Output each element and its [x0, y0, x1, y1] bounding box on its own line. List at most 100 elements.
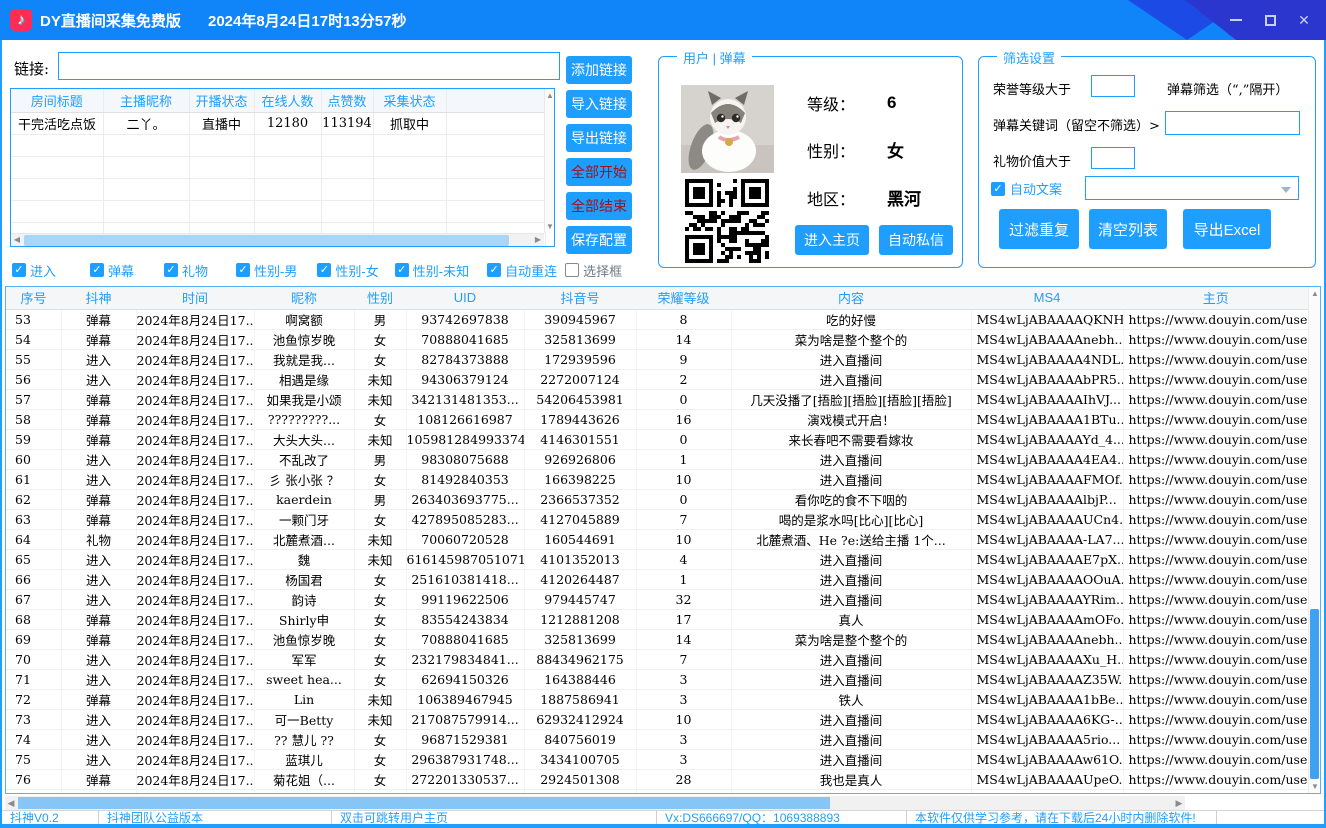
table-cell: 70: [6, 649, 61, 669]
close-button[interactable]: ✕: [1296, 12, 1312, 28]
save-config-button[interactable]: 保存配置: [566, 226, 632, 254]
main-col-header[interactable]: 序号: [6, 287, 61, 309]
table-row[interactable]: 60进入2024年8月24日17...不乱改了男9830807568892692…: [6, 449, 1309, 469]
room-vertical-scrollbar[interactable]: ▲ ▼: [544, 89, 554, 233]
table-cell: 93742697838: [406, 309, 524, 329]
table-row[interactable]: 68弹幕2024年8月24日17...Shirly申女8355424383412…: [6, 609, 1309, 629]
table-row[interactable]: 74进入2024年8月24日17...?? 慧儿 ??女968715293818…: [6, 729, 1309, 749]
table-cell: 进入直播间: [731, 449, 971, 469]
checkbox-gender-male[interactable]: ✓性别-男: [236, 261, 297, 280]
table-row[interactable]: 75进入2024年8月24日17...蓝琪儿女296387931748...34…: [6, 749, 1309, 769]
table-row[interactable]: 65进入2024年8月24日17...魏未知616145987051071410…: [6, 549, 1309, 569]
scroll-left-icon[interactable]: ◀: [12, 234, 22, 245]
export-excel-button[interactable]: 导出Excel: [1183, 209, 1271, 249]
gift-value-input[interactable]: [1091, 147, 1135, 169]
maximize-button[interactable]: [1262, 12, 1278, 28]
table-row[interactable]: 72弹幕2024年8月24日17...Lin未知1063894679451887…: [6, 689, 1309, 709]
room-row[interactable]: 干完活吃点饭二丫。直播中12180113194抓取中: [11, 112, 546, 134]
table-cell: https://www.douyin.com/use...: [1123, 369, 1309, 389]
main-col-header[interactable]: 时间: [136, 287, 254, 309]
table-cell: 72: [6, 689, 61, 709]
scrollbar-thumb[interactable]: [18, 797, 830, 809]
table-cell: 2366537352: [524, 489, 636, 509]
table-row[interactable]: 61进入2024年8月24日17...彡 张小张 ？女8149284035316…: [6, 469, 1309, 489]
scrollbar-thumb[interactable]: [1310, 609, 1319, 779]
filter-duplicates-button[interactable]: 过滤重复: [999, 209, 1079, 249]
table-row[interactable]: 63弹幕2024年8月24日17...一颗门牙女427895085283...4…: [6, 509, 1309, 529]
table-row[interactable]: 54弹幕2024年8月24日17...池鱼惊岁晚女708880416853258…: [6, 329, 1309, 349]
checkbox-auto-reconnect[interactable]: ✓自动重连: [487, 261, 557, 280]
scroll-down-icon[interactable]: ▼: [545, 221, 555, 232]
auto-copy-dropdown[interactable]: [1085, 176, 1299, 200]
table-row[interactable]: 53弹幕2024年8月24日17...啊窝额男93742697838390945…: [6, 309, 1309, 329]
checkbox-enter[interactable]: ✓进入: [12, 261, 56, 280]
room-col-header[interactable]: 在线人数: [254, 89, 321, 112]
main-col-header[interactable]: 昵称: [254, 287, 354, 309]
room-col-header[interactable]: 房间标题: [11, 89, 103, 112]
import-links-button[interactable]: 导入链接: [566, 90, 632, 118]
table-row[interactable]: 58弹幕2024年8月24日17...?????????...女10812661…: [6, 409, 1309, 429]
export-links-button[interactable]: 导出链接: [566, 124, 632, 152]
main-col-header[interactable]: UID: [406, 287, 524, 309]
checkbox-gift[interactable]: ✓礼物: [164, 261, 208, 280]
room-col-header[interactable]: 主播昵称: [103, 89, 189, 112]
table-row[interactable]: 77弹幕2024年8月24日17...33_未知178086431844...2…: [6, 789, 1309, 794]
keyword-input[interactable]: [1165, 111, 1300, 135]
scroll-up-icon[interactable]: ▲: [545, 90, 555, 101]
table-row[interactable]: 55进入2024年8月24日17...我就是我...女8278437388817…: [6, 349, 1309, 369]
start-all-button[interactable]: 全部开始: [566, 158, 632, 186]
table-row[interactable]: 73进入2024年8月24日17...可一Betty未知217087579914…: [6, 709, 1309, 729]
main-col-header[interactable]: 主页: [1123, 287, 1309, 309]
scroll-right-icon[interactable]: ▶: [533, 234, 543, 245]
table-row[interactable]: 64礼物2024年8月24日17...北麓煮酒...未知700607205281…: [6, 529, 1309, 549]
main-horizontal-scrollbar[interactable]: ◀ ▶: [5, 796, 1185, 810]
main-col-header[interactable]: 荣耀等级: [636, 287, 731, 309]
open-homepage-button[interactable]: 进入主页: [795, 225, 869, 255]
table-cell: 251610381418...: [406, 569, 524, 589]
table-row[interactable]: 70进入2024年8月24日17...军军女232179834841...884…: [6, 649, 1309, 669]
table-row[interactable]: 76弹幕2024年8月24日17...菊花姐（...女272201330537.…: [6, 769, 1309, 789]
table-cell: 2024年8月24日17...: [136, 529, 254, 549]
scrollbar-thumb[interactable]: [24, 235, 509, 246]
scroll-up-icon[interactable]: ▲: [1309, 288, 1321, 299]
main-col-header[interactable]: 内容: [731, 287, 971, 309]
main-col-header[interactable]: 抖神: [61, 287, 136, 309]
add-link-button[interactable]: 添加链接: [566, 56, 632, 84]
checkbox-gender-female[interactable]: ✓性别-女: [317, 261, 378, 280]
table-row[interactable]: 57弹幕2024年8月24日17...如果我是小颂未知342131481353.…: [6, 389, 1309, 409]
table-cell: MS4wLjABAAAAZ35W...: [971, 669, 1123, 689]
main-col-header[interactable]: 性别: [354, 287, 406, 309]
main-col-header[interactable]: 抖音号: [524, 287, 636, 309]
room-col-header[interactable]: 采集状态: [373, 89, 446, 112]
scroll-right-icon[interactable]: ▶: [1173, 796, 1185, 810]
table-row[interactable]: 56进入2024年8月24日17...相遇是缘未知943063791242272…: [6, 369, 1309, 389]
room-col-header[interactable]: 点赞数: [321, 89, 373, 112]
table-cell: Lin: [254, 689, 354, 709]
table-row[interactable]: 62弹幕2024年8月24日17...kaerdein男263403693775…: [6, 489, 1309, 509]
table-cell: 进入: [61, 649, 136, 669]
auto-dm-button[interactable]: 自动私信: [879, 225, 953, 255]
main-col-header[interactable]: MS4: [971, 287, 1123, 309]
checkbox-danmu[interactable]: ✓弹幕: [90, 261, 134, 280]
stop-all-button[interactable]: 全部结束: [566, 192, 632, 220]
checkbox-gender-unknown[interactable]: ✓性别-未知: [395, 261, 469, 280]
table-row[interactable]: 67进入2024年8月24日17...韵诗女991196225069794457…: [6, 589, 1309, 609]
table-row[interactable]: 59弹幕2024年8月24日17...大头大头...未知105981284993…: [6, 429, 1309, 449]
minimize-button[interactable]: [1228, 12, 1244, 28]
scroll-down-icon[interactable]: ▼: [1309, 781, 1321, 792]
link-input[interactable]: [58, 52, 560, 80]
table-row[interactable]: 69弹幕2024年8月24日17...池鱼惊岁晚女708880416853258…: [6, 629, 1309, 649]
auto-copy-checkbox[interactable]: ✓ 自动文案: [991, 179, 1062, 198]
table-cell: 62932412924: [524, 709, 636, 729]
table-row[interactable]: 71进入2024年8月24日17...sweet hea...女62694150…: [6, 669, 1309, 689]
main-vertical-scrollbar[interactable]: ▲ ▼: [1308, 287, 1320, 793]
checkbox-select-box[interactable]: 选择框: [565, 261, 622, 280]
room-col-header[interactable]: 开播状态: [189, 89, 254, 112]
table-cell: 0: [636, 389, 731, 409]
clear-list-button[interactable]: 清空列表: [1089, 209, 1167, 249]
scroll-left-icon[interactable]: ◀: [5, 796, 17, 810]
table-row[interactable]: 66进入2024年8月24日17...杨国君女251610381418...41…: [6, 569, 1309, 589]
room-horizontal-scrollbar[interactable]: ◀ ▶: [11, 233, 544, 246]
honor-level-input[interactable]: [1091, 75, 1135, 97]
table-cell: 进入: [61, 549, 136, 569]
